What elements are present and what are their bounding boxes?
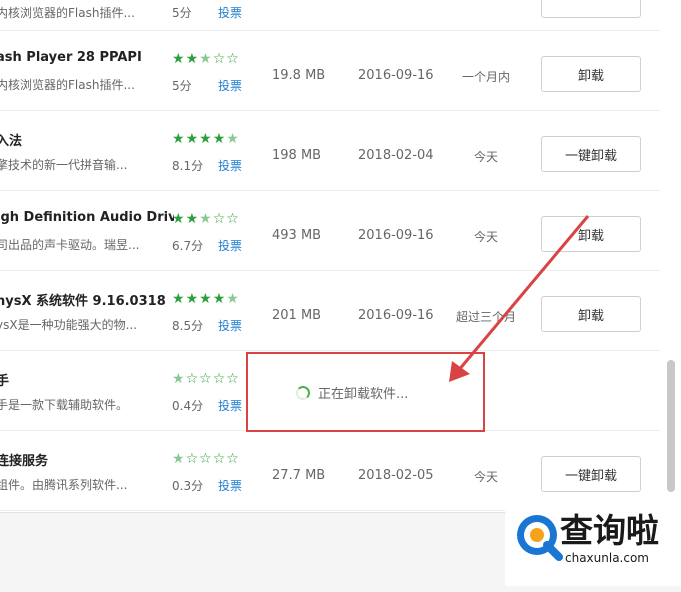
- watermark-domain: chaxunla.com: [565, 551, 649, 565]
- annotation-arrow-icon: [449, 215, 590, 382]
- scrollbar-thumb[interactable]: [667, 360, 675, 492]
- watermark: 查询啦 chaxunla.com: [505, 506, 681, 586]
- magnifier-logo-icon: [517, 515, 563, 561]
- watermark-title: 查询啦: [560, 511, 659, 550]
